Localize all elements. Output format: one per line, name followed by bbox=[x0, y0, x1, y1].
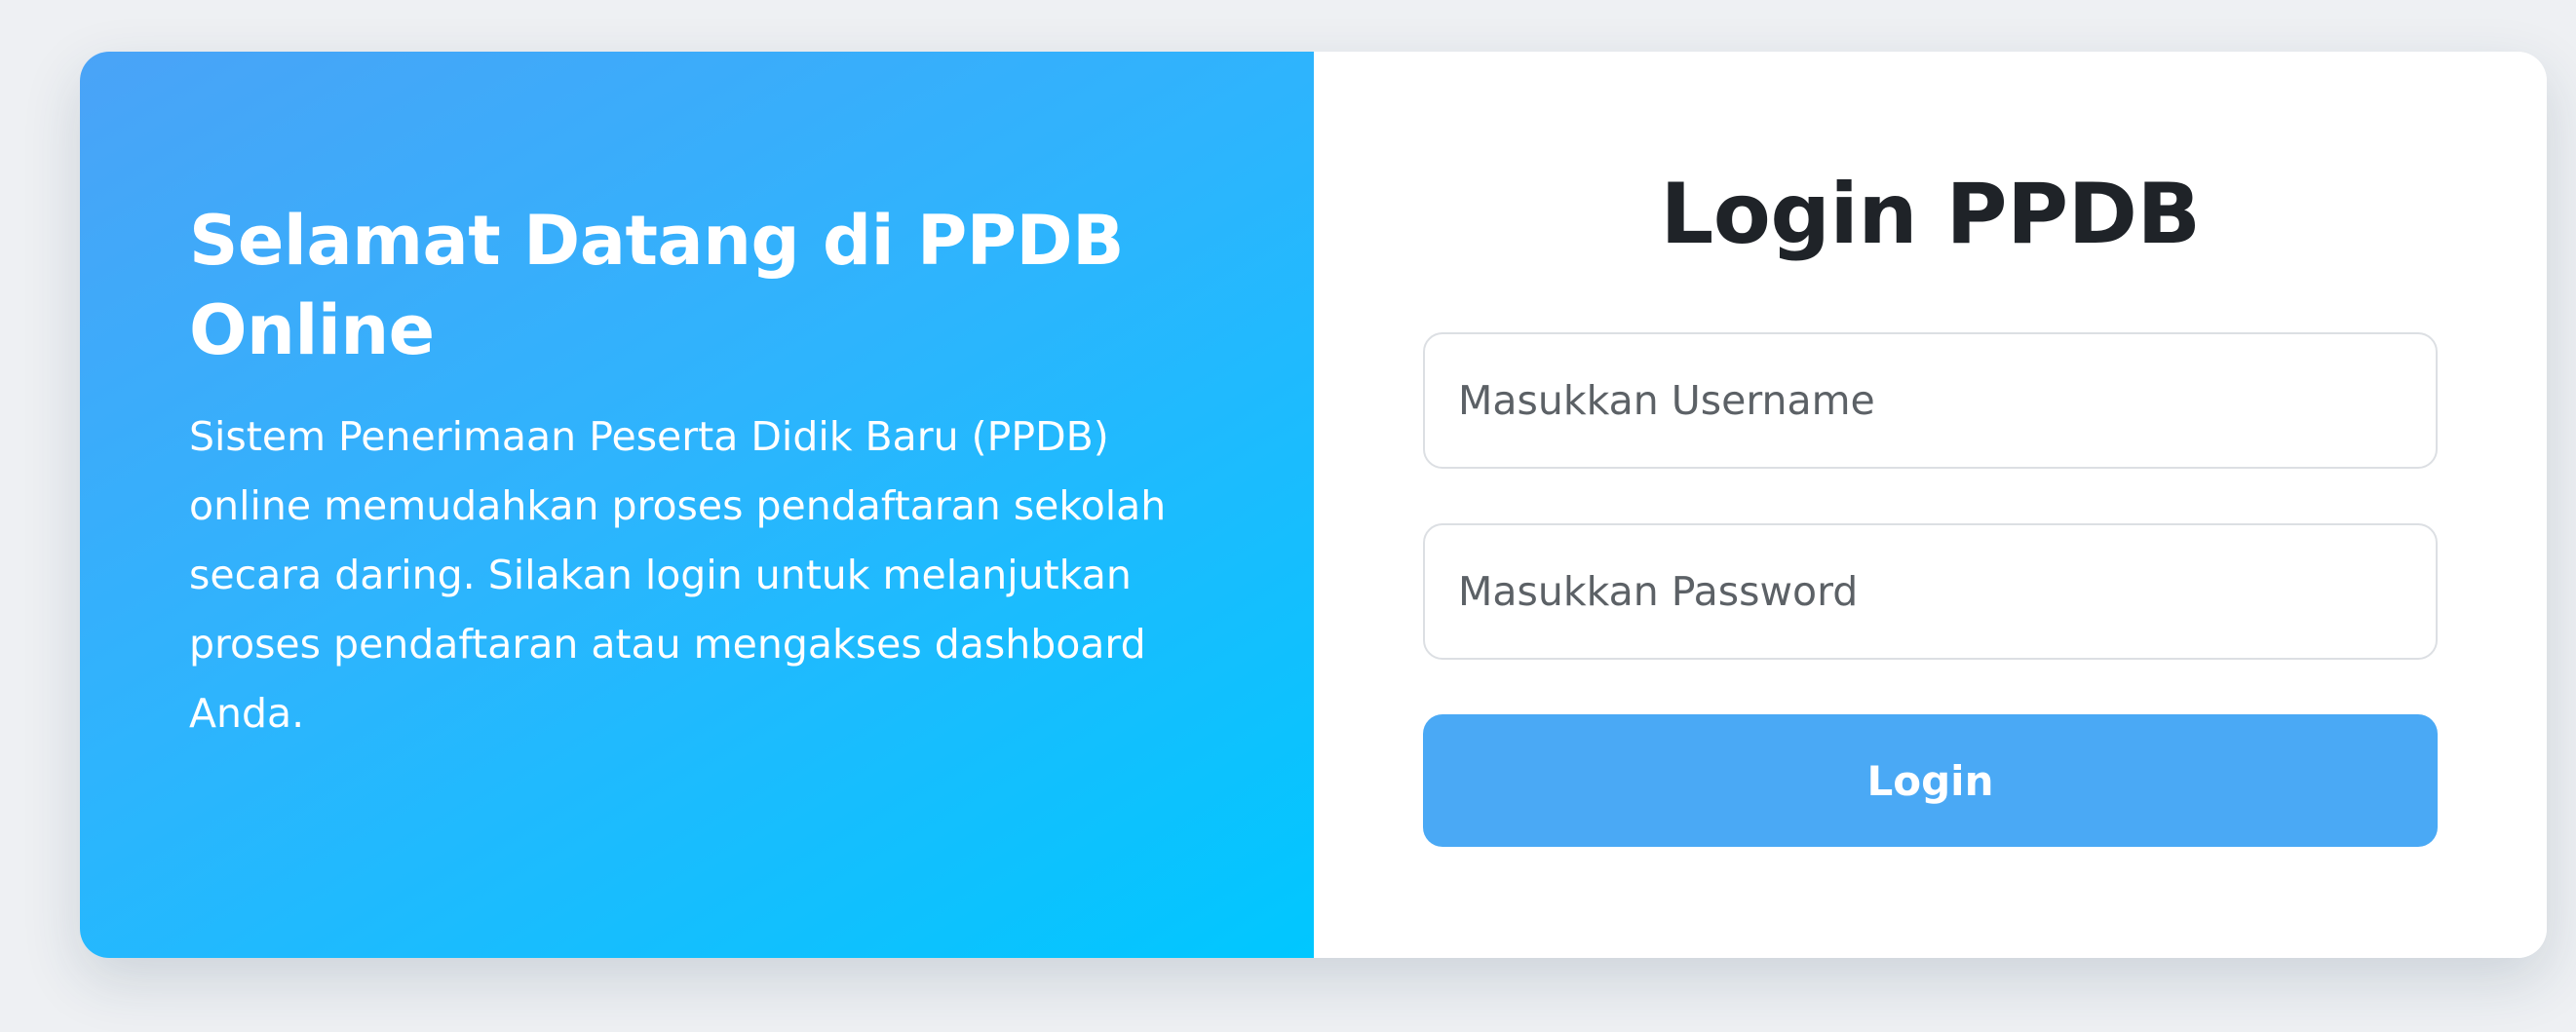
login-form: Login bbox=[1423, 332, 2438, 847]
login-card: Selamat Datang di PPDB Online Sistem Pen… bbox=[80, 52, 2547, 958]
username-input[interactable] bbox=[1423, 332, 2438, 469]
welcome-panel: Selamat Datang di PPDB Online Sistem Pen… bbox=[80, 52, 1314, 958]
login-panel: Login PPDB Login bbox=[1314, 52, 2547, 958]
login-button[interactable]: Login bbox=[1423, 714, 2438, 847]
password-input[interactable] bbox=[1423, 523, 2438, 660]
login-title: Login PPDB bbox=[1660, 166, 2201, 263]
welcome-title: Selamat Datang di PPDB Online bbox=[189, 201, 1125, 370]
welcome-description: Sistem Penerimaan Peserta Didik Baru (PP… bbox=[189, 413, 1167, 737]
